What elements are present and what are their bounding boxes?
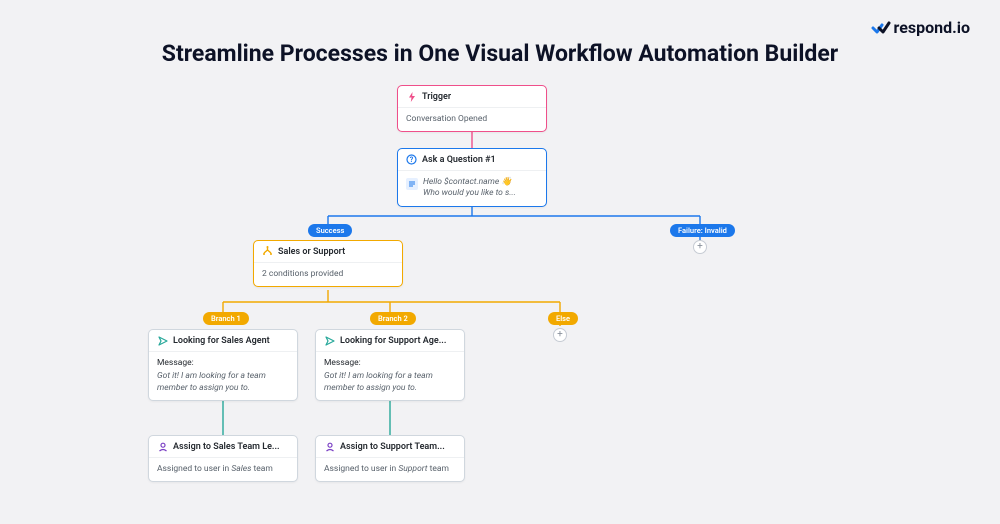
branch-icon	[262, 246, 273, 257]
assign-support-body: Assigned to user in Support team	[316, 457, 464, 481]
question-title: Ask a Question #1	[422, 155, 496, 165]
send-icon	[324, 335, 335, 346]
trigger-title: Trigger	[422, 92, 451, 102]
msg-sales-label: Message:	[157, 358, 289, 369]
msg-support-text: Got it! I am looking for a team member t…	[324, 371, 456, 394]
svg-text:?: ?	[410, 156, 414, 164]
lightning-icon	[406, 91, 417, 102]
branch-title: Sales or Support	[278, 247, 345, 257]
msg-support-label: Message:	[324, 358, 456, 369]
pill-failure: Failure: Invalid	[670, 224, 735, 237]
send-icon	[157, 335, 168, 346]
page-title: Streamline Processes in One Visual Workf…	[0, 40, 1000, 67]
assign-sales-title: Assign to Sales Team Le...	[173, 442, 280, 452]
add-node-button-else[interactable]: +	[553, 328, 567, 342]
pill-success: Success	[308, 224, 352, 237]
node-msg-support[interactable]: Looking for Support Age... Message: Got …	[315, 329, 465, 401]
msg-support-title: Looking for Support Age...	[340, 336, 446, 346]
msg-sales-title: Looking for Sales Agent	[173, 336, 270, 346]
pill-branch1: Branch 1	[203, 312, 249, 325]
node-assign-sales[interactable]: Assign to Sales Team Le... Assigned to u…	[148, 435, 298, 482]
brand-name: respond.io	[894, 18, 970, 37]
node-msg-sales[interactable]: Looking for Sales Agent Message: Got it!…	[148, 329, 298, 401]
message-lines-icon	[406, 178, 418, 190]
node-question[interactable]: ? Ask a Question #1 Hello $contact.name …	[397, 148, 547, 207]
question-body: Hello $contact.name 👋 Who would you like…	[423, 177, 516, 200]
assign-support-title: Assign to Support Team...	[340, 442, 445, 452]
brand-check-icon	[871, 20, 891, 36]
branch-body: 2 conditions provided	[254, 262, 402, 286]
question-icon: ?	[406, 154, 417, 165]
pill-else: Else	[548, 312, 578, 325]
brand-logo: respond.io	[871, 18, 970, 37]
node-branch[interactable]: Sales or Support 2 conditions provided	[253, 240, 403, 287]
pill-branch2: Branch 2	[370, 312, 416, 325]
node-trigger[interactable]: Trigger Conversation Opened	[397, 85, 547, 132]
msg-sales-text: Got it! I am looking for a team member t…	[157, 371, 289, 394]
user-icon	[324, 441, 335, 452]
node-assign-support[interactable]: Assign to Support Team... Assigned to us…	[315, 435, 465, 482]
assign-sales-body: Assigned to user in Sales team	[149, 457, 297, 481]
user-icon	[157, 441, 168, 452]
trigger-body: Conversation Opened	[398, 107, 546, 131]
add-node-button-failure[interactable]: +	[693, 240, 707, 254]
